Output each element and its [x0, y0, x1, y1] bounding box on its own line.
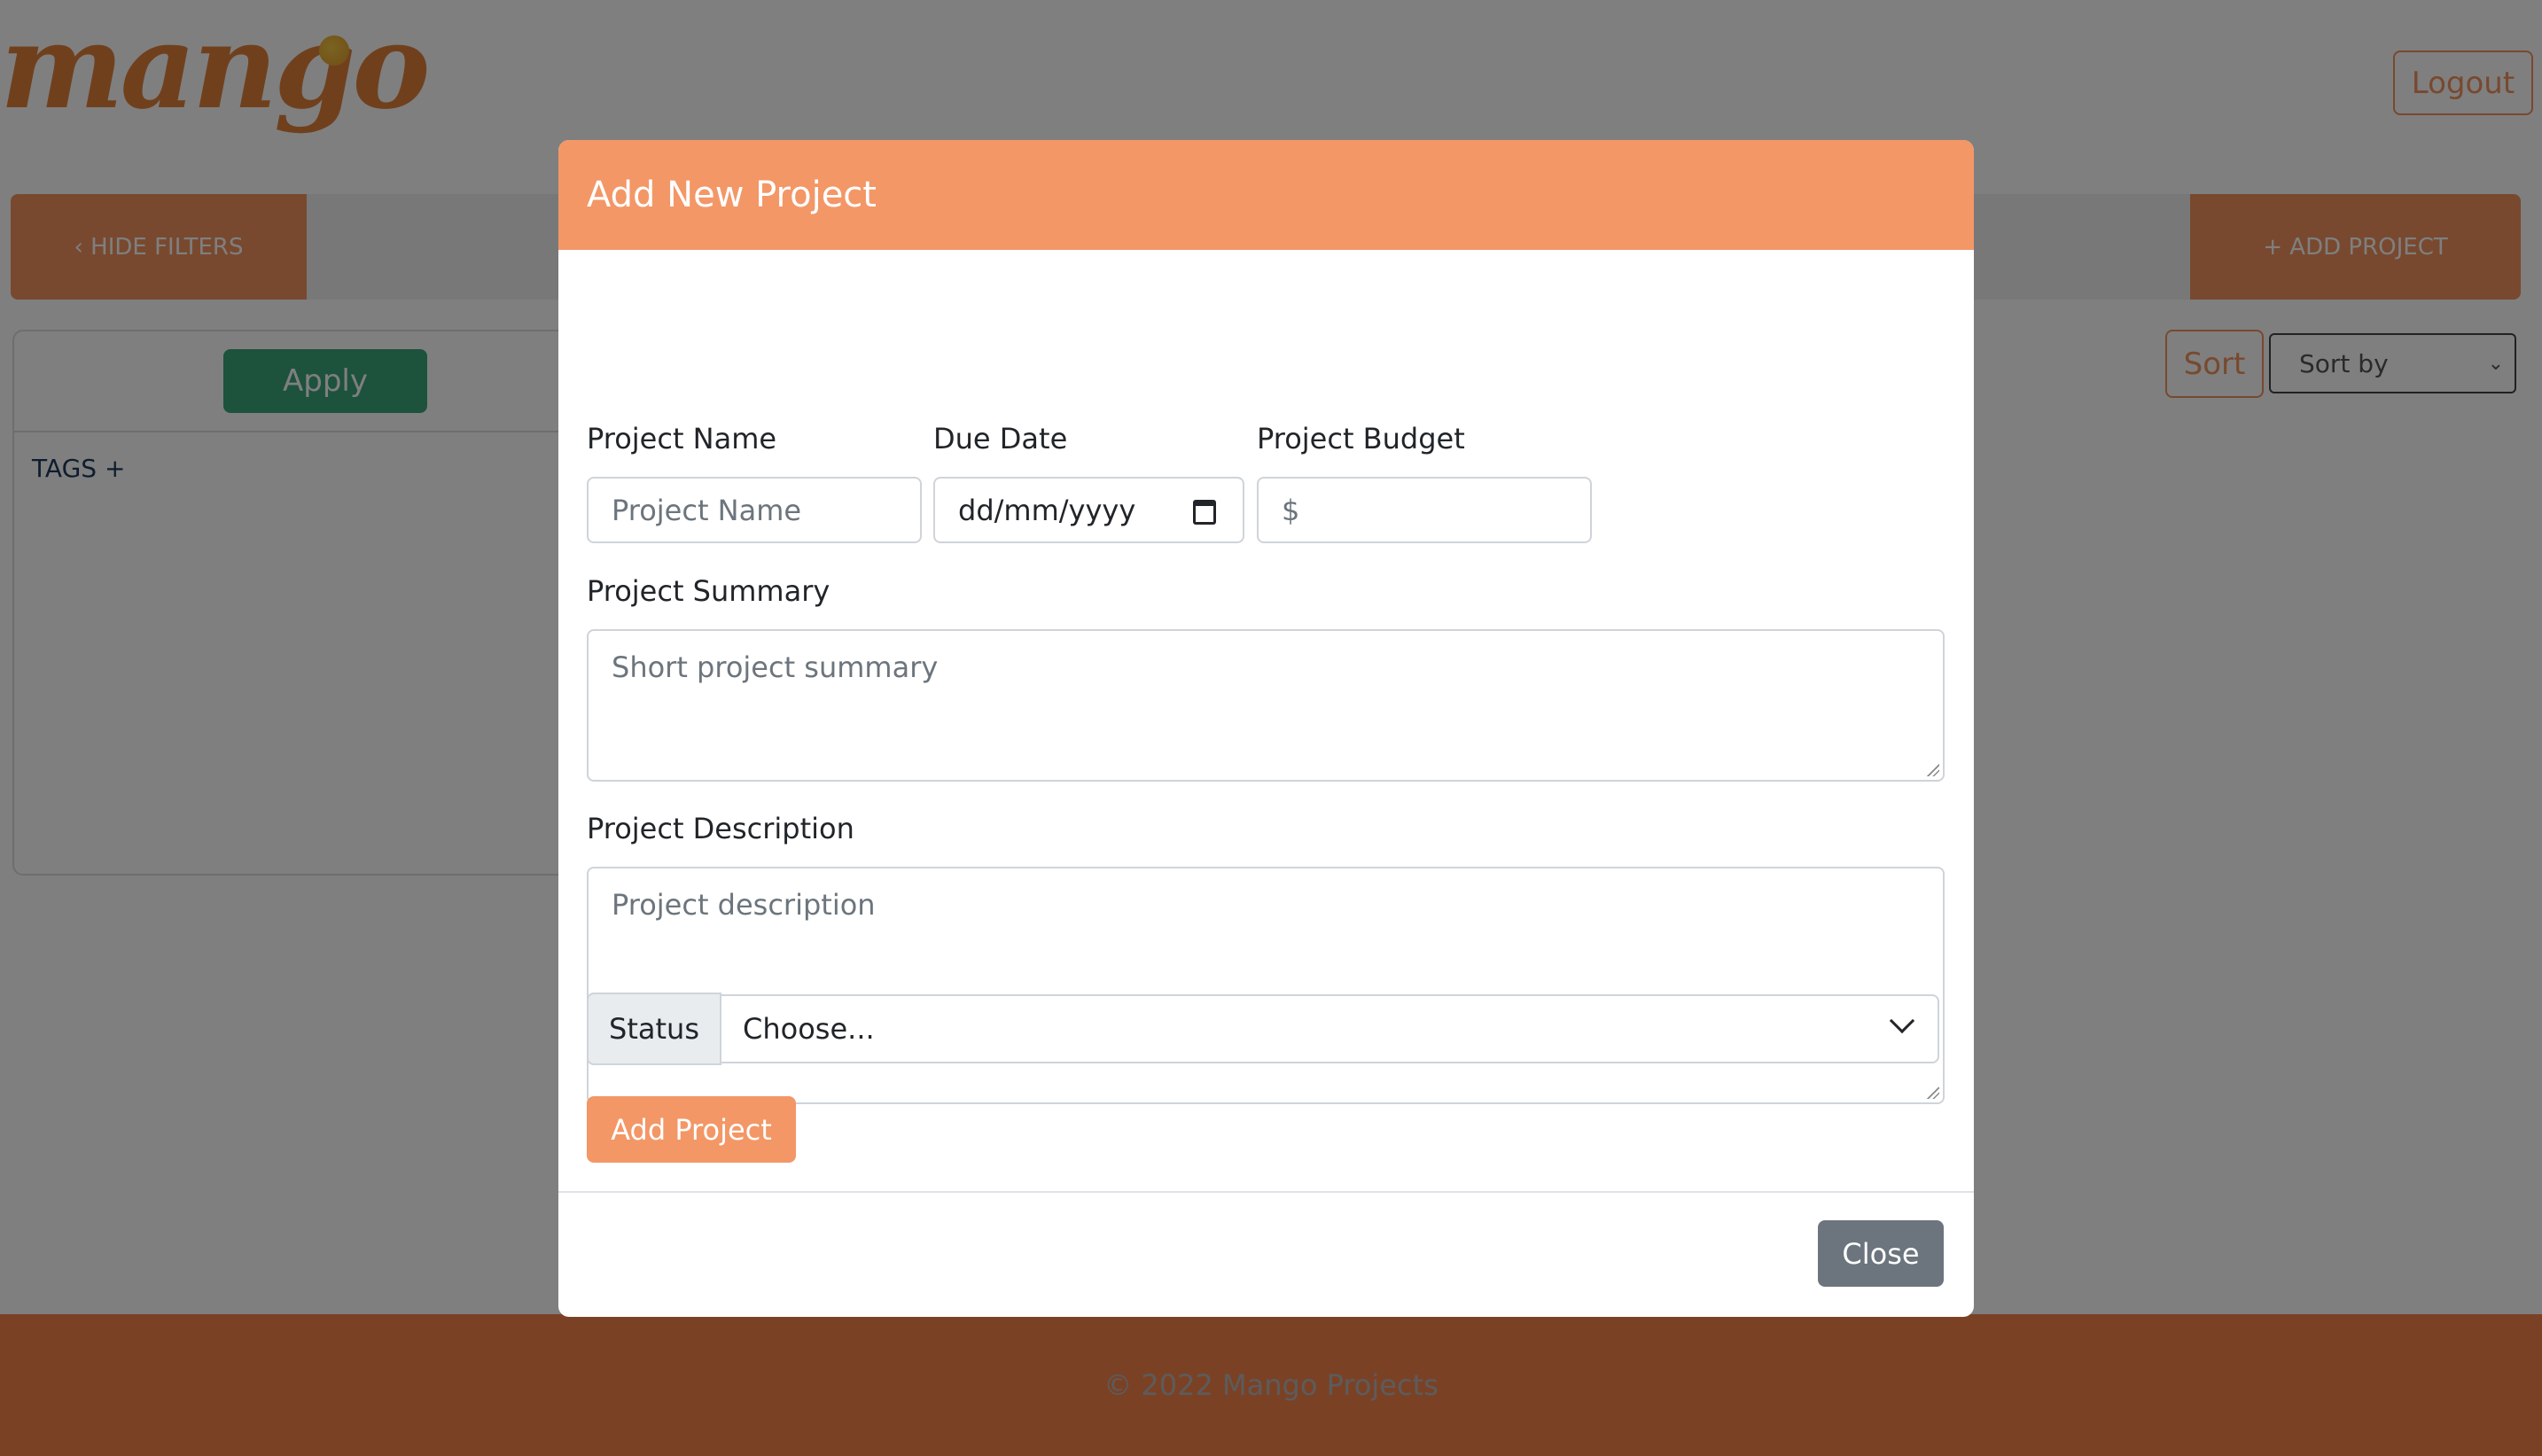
status-select-value: Choose...: [743, 1012, 875, 1046]
project-description-textarea[interactable]: Project description: [587, 867, 1945, 1104]
modal-header: Add New Project: [558, 140, 1974, 250]
project-budget-input[interactable]: [1257, 477, 1592, 543]
due-date-value: dd/mm/yyyy: [958, 493, 1136, 527]
chevron-down-icon: [1889, 1008, 1915, 1034]
project-description-label: Project Description: [587, 812, 854, 845]
status-select[interactable]: Choose...: [720, 994, 1939, 1063]
project-summary-placeholder: Short project summary: [612, 650, 939, 684]
project-budget-label: Project Budget: [1257, 422, 1465, 455]
due-date-input[interactable]: dd/mm/yyyy: [933, 477, 1244, 543]
close-modal-button[interactable]: Close: [1818, 1220, 1944, 1287]
resize-handle-icon[interactable]: [1927, 764, 1939, 776]
add-project-submit-button[interactable]: Add Project: [587, 1096, 796, 1163]
modal-footer-divider: [558, 1191, 1974, 1193]
calendar-icon[interactable]: [1193, 500, 1216, 525]
due-date-label: Due Date: [933, 422, 1068, 455]
modal-title: Add New Project: [587, 175, 877, 215]
project-summary-label: Project Summary: [587, 574, 830, 608]
resize-handle-icon[interactable]: [1927, 1086, 1939, 1099]
project-description-placeholder: Project description: [612, 888, 876, 922]
status-label: Status: [587, 993, 721, 1065]
project-summary-textarea[interactable]: Short project summary: [587, 629, 1945, 782]
project-name-label: Project Name: [587, 422, 777, 455]
project-name-input[interactable]: [587, 477, 922, 543]
add-project-modal: Add New Project Project Name Due Date dd…: [558, 140, 1974, 1317]
